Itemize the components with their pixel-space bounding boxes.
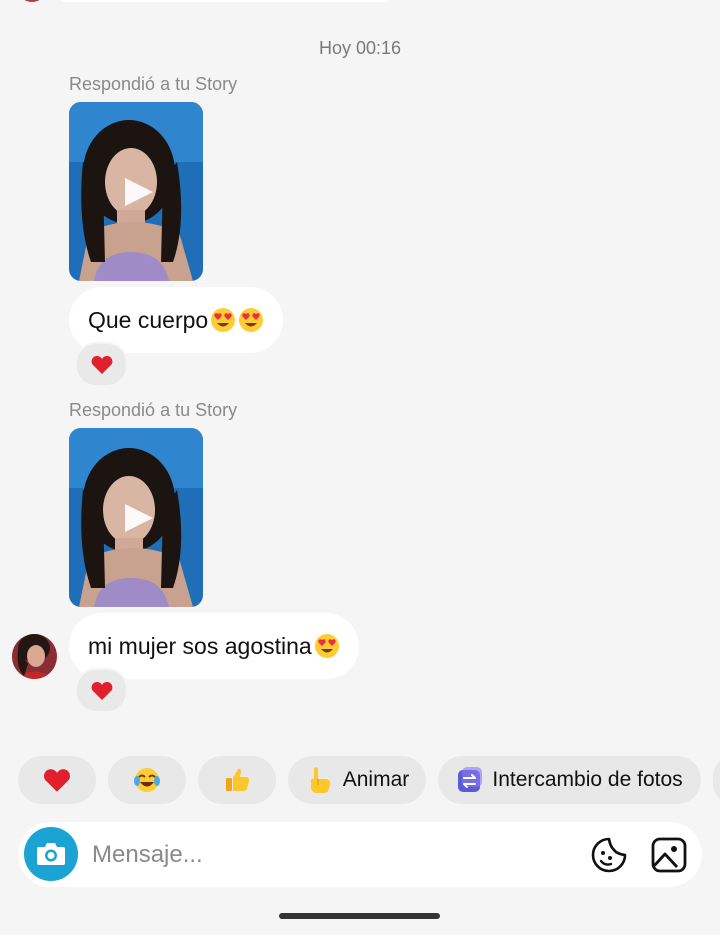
red-heart-icon (91, 355, 112, 374)
story-thumbnail[interactable] (69, 428, 203, 607)
story-reply-label: Respondió a tu Story (69, 74, 238, 94)
thumbs-up-emoji-icon (226, 768, 250, 791)
quick-reply-photo-swap[interactable]: Intercambio de fotos (438, 756, 701, 804)
heart-eyes-emoji (239, 308, 264, 332)
sticker-button[interactable] (590, 836, 628, 874)
story-thumbnail[interactable] (69, 102, 203, 281)
cut-off-avatar (22, 0, 42, 2)
home-indicator (279, 913, 440, 919)
red-heart-emoji-icon (43, 768, 71, 792)
quick-reply-animar[interactable]: Animar (288, 756, 426, 804)
heart-eyes-emoji (314, 634, 339, 658)
reaction-badge[interactable] (75, 668, 128, 713)
camera-icon (37, 843, 65, 865)
chip-label: Animar (342, 768, 410, 791)
message-text: Que cuerpo (88, 306, 209, 333)
sender-avatar[interactable] (12, 634, 57, 679)
quick-reply-laugh[interactable] (108, 756, 186, 804)
gallery-icon (651, 837, 687, 873)
heart-eyes-emoji (211, 308, 236, 332)
quick-reply-overflow[interactable] (713, 756, 720, 804)
chip-label: Intercambio de fotos (492, 768, 683, 791)
message-text: mi mujer sos agostina (88, 632, 312, 659)
pointing-hand-emoji-icon (310, 767, 330, 793)
photo-swap-icon (458, 767, 483, 792)
timestamp: Hoy 00:16 (318, 38, 402, 58)
sticker-icon (591, 837, 627, 873)
reaction-badge[interactable] (75, 342, 128, 387)
message-composer (18, 822, 702, 887)
message-input[interactable] (90, 834, 534, 876)
story-reply-label: Respondió a tu Story (69, 400, 238, 420)
red-heart-icon (91, 681, 112, 700)
tears-of-joy-emoji-icon (134, 768, 160, 792)
quick-reply-thumbs-up[interactable] (198, 756, 276, 804)
gallery-button[interactable] (650, 836, 688, 874)
cut-off-message-bubble (60, 0, 390, 2)
camera-button[interactable] (24, 827, 78, 881)
quick-reply-heart[interactable] (18, 756, 96, 804)
chat-screen: Hoy 00:16 Respondió a tu Story Que cuerp… (0, 0, 720, 935)
